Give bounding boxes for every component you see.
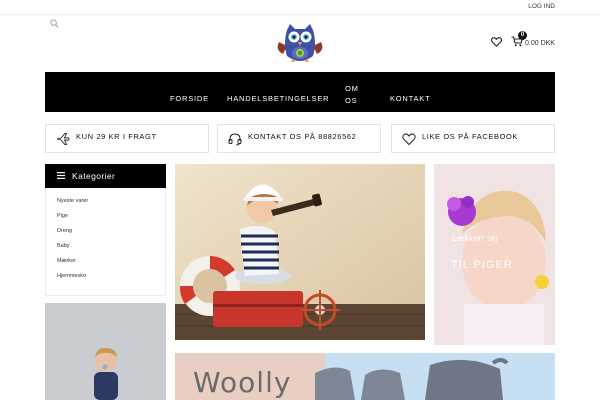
feature-facebook[interactable]: LIKE OS PÅ FACEBOOK	[391, 124, 555, 153]
girls-banner[interactable]: Lækkert tøj TIL PIGER	[434, 164, 555, 345]
toddler-photo	[45, 303, 166, 400]
sailor-child-photo	[175, 164, 425, 340]
woolly-banner-text: Woolly	[193, 366, 292, 399]
feature-contact-text: KONTAKT OS PÅ 88826562	[248, 132, 357, 141]
girls-banner-title: TIL PIGER	[451, 259, 513, 271]
sidebar-promo-image[interactable]	[45, 303, 166, 400]
feature-shipping[interactable]: KUN 29 KR I FRAGT	[45, 124, 209, 153]
heart-icon[interactable]	[491, 37, 502, 47]
nav-item-handelsbetingelser[interactable]: HANDELSBETINGELSER	[227, 94, 329, 103]
category-item-dreng[interactable]: Dreng	[57, 228, 72, 234]
feature-shipping-text: KUN 29 KR I FRAGT	[76, 132, 157, 141]
plane-icon	[56, 133, 70, 145]
cart-total[interactable]: 0.00 DKK	[525, 40, 555, 47]
category-item-hjemmesko[interactable]: Hjemmesko	[57, 273, 86, 279]
nav-item-forside[interactable]: FORSIDE	[170, 94, 209, 103]
categories-list: Nyeste varer Pige Dreng Baby Mærker Hjem…	[45, 188, 166, 296]
girls-banner-subtitle: Lækkert tøj	[452, 234, 498, 243]
top-bar: LOG IND	[0, 0, 600, 15]
category-item-baby[interactable]: Baby	[57, 243, 70, 249]
woolly-banner[interactable]: Woolly	[175, 353, 555, 400]
owl-logo-icon[interactable]	[275, 22, 325, 66]
heart-icon	[402, 133, 416, 146]
feature-contact[interactable]: KONTAKT OS PÅ 88826562	[217, 124, 381, 153]
feature-facebook-text: LIKE OS PÅ FACEBOOK	[422, 132, 519, 141]
cart-count-badge: 0	[518, 31, 527, 40]
categories-title: Kategorier	[72, 171, 116, 181]
main-banner[interactable]	[175, 164, 425, 340]
category-item-nyeste-varer[interactable]: Nyeste varer	[57, 198, 88, 204]
main-nav: FORSIDE HANDELSBETINGELSER OM OS KONTAKT	[45, 72, 555, 112]
categories-header[interactable]: Kategorier	[45, 164, 166, 188]
category-item-maerker[interactable]: Mærker	[57, 258, 76, 264]
category-item-pige[interactable]: Pige	[57, 213, 68, 219]
login-link[interactable]: LOG IND	[528, 3, 555, 10]
girl-photo	[434, 164, 555, 345]
headset-icon	[228, 133, 242, 146]
nav-item-om-os[interactable]: OM OS	[345, 83, 365, 107]
nav-item-kontakt[interactable]: KONTAKT	[390, 94, 430, 103]
menu-icon	[57, 172, 65, 179]
search-icon[interactable]	[50, 19, 59, 28]
